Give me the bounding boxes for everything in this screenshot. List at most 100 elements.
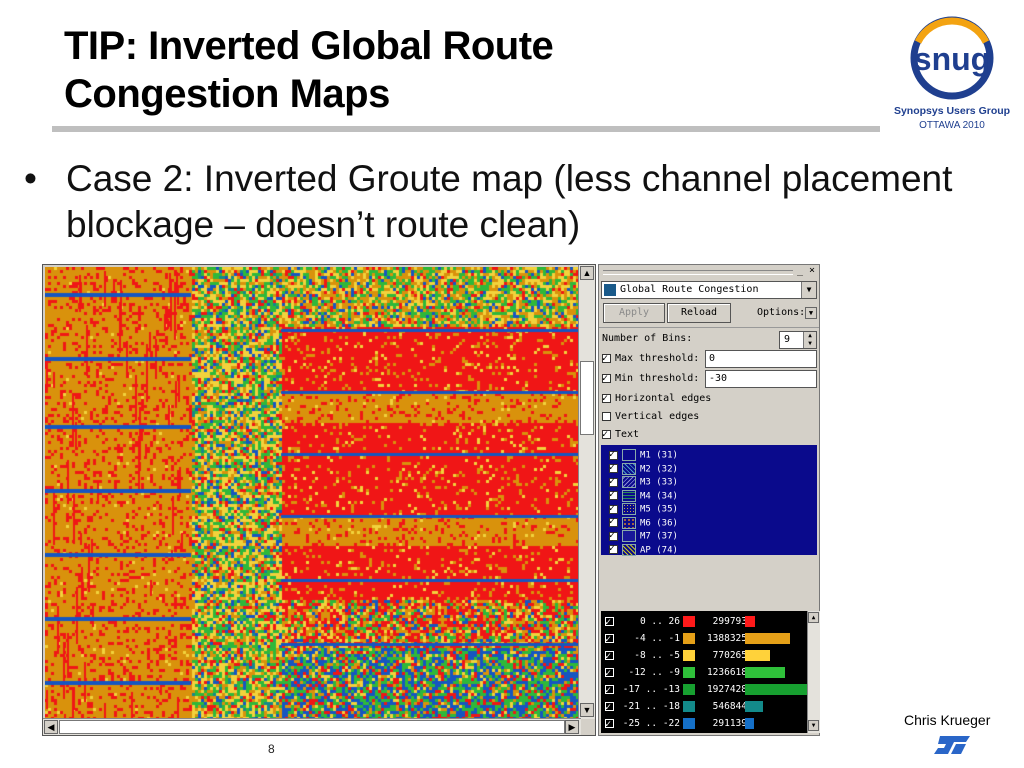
- layer-item[interactable]: AP (74): [609, 542, 678, 557]
- bin-checkbox[interactable]: [605, 699, 614, 716]
- scroll-up-arrow-icon[interactable]: ▲: [580, 266, 594, 280]
- bullet-marker: •: [24, 158, 37, 199]
- layer-label: M7 (37): [640, 531, 678, 542]
- layer-item[interactable]: M3 (33): [609, 475, 678, 489]
- bin-color-swatch[interactable]: [683, 616, 695, 627]
- panel-window-controls[interactable]: _ ×: [797, 265, 815, 276]
- bin-row[interactable]: -21 .. -18 546844: [605, 698, 805, 716]
- layer-checkbox[interactable]: [609, 502, 618, 515]
- stepper-down-icon[interactable]: ▼: [803, 340, 816, 348]
- bin-row[interactable]: -17 .. -13 1927428: [605, 681, 807, 699]
- scroll-right-arrow-icon[interactable]: ▶: [565, 720, 579, 734]
- text-checkbox[interactable]: [602, 427, 611, 443]
- layer-item[interactable]: M1 (31): [609, 448, 678, 462]
- map-vertical-scroll-thumb[interactable]: [580, 361, 594, 435]
- bin-checkbox[interactable]: [605, 631, 614, 648]
- bin-bar: [745, 684, 807, 695]
- layer-pattern-swatch: [622, 476, 636, 488]
- vertical-edges-checkbox[interactable]: [602, 411, 611, 421]
- layer-checkbox[interactable]: [609, 542, 618, 555]
- layer-label: M6 (36): [640, 518, 678, 528]
- bin-color-swatch[interactable]: [683, 650, 695, 661]
- bin-checkbox[interactable]: [605, 682, 614, 699]
- bin-count-label: 291139: [712, 718, 747, 729]
- layer-item[interactable]: M6 (36): [609, 515, 678, 530]
- reload-button[interactable]: Reload: [667, 303, 731, 323]
- max-threshold-input[interactable]: 0: [705, 350, 817, 368]
- snug-logo: snug Synopsys Users Group OTTAWA 2010: [894, 16, 1010, 131]
- bin-color-swatch[interactable]: [683, 684, 695, 695]
- title-line-2: Congestion Maps: [64, 72, 390, 116]
- layer-checkbox[interactable]: [609, 529, 618, 542]
- panel-divider: [599, 327, 819, 328]
- layer-pattern-swatch: [622, 489, 636, 502]
- bin-color-swatch[interactable]: [683, 667, 695, 678]
- global-route-congestion-panel: _ × Global Route Congestion ▼ Apply Relo…: [598, 264, 820, 736]
- bins-stepper[interactable]: 9 ▲ ▼: [779, 331, 817, 349]
- bin-checkbox[interactable]: [605, 648, 614, 665]
- options-dropdown-icon[interactable]: ▼: [805, 307, 817, 319]
- bin-bar: [745, 701, 763, 712]
- bin-checkbox[interactable]: [605, 716, 614, 733]
- layer-checkbox[interactable]: [609, 448, 618, 461]
- bin-row[interactable]: -12 .. -9 1236618: [605, 664, 805, 682]
- min-threshold-input[interactable]: -30: [705, 370, 817, 388]
- mode-select[interactable]: Global Route Congestion ▼: [601, 281, 817, 299]
- map-horizontal-scrollbar[interactable]: ◀ ▶: [43, 718, 581, 735]
- bin-list-scrollbar[interactable]: ▲ ▼: [807, 611, 820, 733]
- bin-count-label: 770265: [712, 650, 747, 661]
- layer-label: M4 (34): [640, 491, 678, 501]
- layer-item[interactable]: M5 (35): [609, 502, 678, 516]
- bin-checkbox[interactable]: [605, 614, 614, 631]
- max-threshold-checkbox[interactable]: [602, 351, 611, 367]
- stepper-up-icon[interactable]: ▲: [803, 332, 816, 340]
- layer-item[interactable]: M7 (37): [609, 529, 678, 543]
- bin-range-label: -12 .. -9: [628, 667, 680, 678]
- map-horizontal-scroll-thumb[interactable]: [59, 720, 565, 734]
- bins-label: Number of Bins:: [602, 333, 693, 344]
- min-threshold-row: Min threshold:: [602, 371, 699, 387]
- bin-row[interactable]: -25 .. -22 291139: [605, 715, 805, 733]
- bin-color-swatch[interactable]: [683, 718, 695, 729]
- bin-bar: [745, 718, 754, 729]
- layer-item[interactable]: M2 (32): [609, 461, 678, 476]
- scroll-down-arrow-icon[interactable]: ▼: [808, 720, 819, 731]
- author-name: Chris Krueger: [904, 712, 991, 728]
- layer-item[interactable]: M4 (34): [609, 488, 678, 503]
- layer-list: M1 (31) M2 (32) M3 (33) M4 (34) M5 (35) M6 (3…: [601, 445, 817, 557]
- bin-checkbox[interactable]: [605, 665, 614, 682]
- bin-color-swatch[interactable]: [683, 701, 695, 712]
- bin-row[interactable]: 0 .. 26 299793: [605, 613, 805, 631]
- scroll-up-arrow-icon[interactable]: ▲: [808, 612, 819, 623]
- layer-label: AP (74): [640, 545, 678, 555]
- bin-color-swatch[interactable]: [683, 633, 695, 644]
- congestion-map-canvas[interactable]: [45, 267, 579, 719]
- min-threshold-checkbox[interactable]: [602, 371, 611, 387]
- options-label[interactable]: Options:: [757, 307, 805, 318]
- layer-pattern-swatch: [622, 449, 636, 461]
- bins-value: 9: [784, 334, 791, 345]
- vertical-edges-row: Vertical edges: [602, 409, 699, 425]
- logo-org: Synopsys Users Group: [894, 105, 1010, 117]
- layer-checkbox[interactable]: [609, 515, 618, 528]
- layer-label: M5 (35): [640, 504, 678, 515]
- bin-row[interactable]: -8 .. -5 770265: [605, 647, 805, 665]
- layer-checkbox[interactable]: [609, 461, 618, 474]
- bin-count-label: 546844: [712, 701, 747, 712]
- scroll-down-arrow-icon[interactable]: ▼: [580, 703, 594, 717]
- layer-checkbox[interactable]: [609, 488, 618, 501]
- layer-pattern-swatch: [622, 516, 636, 529]
- apply-button[interactable]: Apply: [603, 303, 665, 323]
- panel-grip[interactable]: [603, 270, 793, 275]
- horizontal-edges-checkbox[interactable]: [602, 391, 611, 407]
- bin-count-label: 1927428: [706, 684, 747, 695]
- slide-title: TIP: Inverted Global Route Congestion Ma…: [64, 22, 824, 118]
- scroll-left-arrow-icon[interactable]: ◀: [44, 720, 58, 734]
- chevron-down-icon[interactable]: ▼: [801, 282, 816, 298]
- layer-checkbox[interactable]: [609, 475, 618, 488]
- bin-row[interactable]: -4 .. -1 1388325: [605, 630, 805, 648]
- bin-range-label: 0 .. 26: [639, 616, 680, 627]
- map-vertical-scrollbar[interactable]: ▲ ▼: [578, 265, 595, 719]
- bin-range-label: -4 .. -1: [634, 633, 680, 644]
- bin-range-label: -21 .. -18: [622, 701, 680, 712]
